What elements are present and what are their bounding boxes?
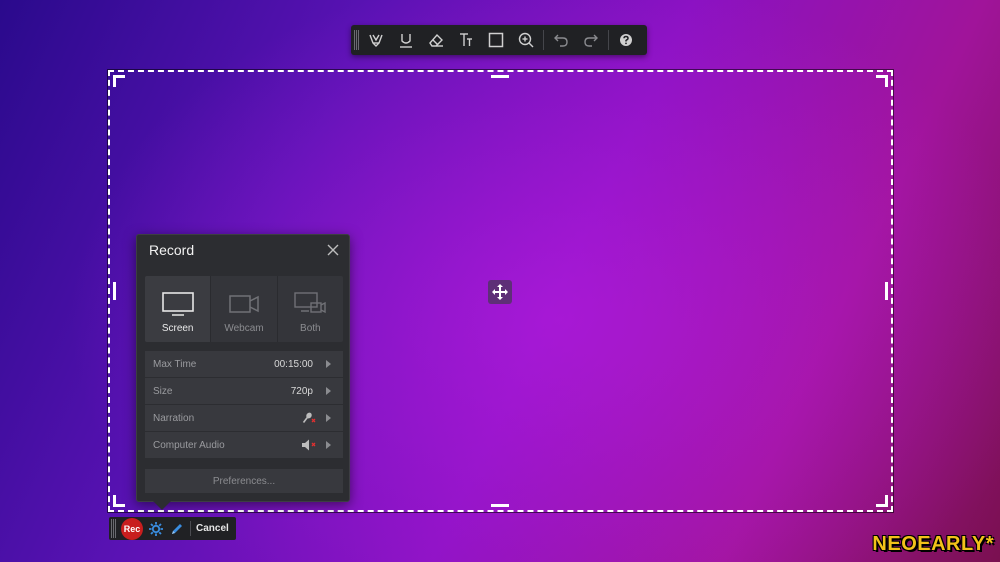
text-tool-button[interactable]	[451, 25, 481, 55]
toolbar-separator	[608, 30, 609, 50]
resize-handle-bottom[interactable]	[491, 504, 509, 507]
close-icon[interactable]	[326, 243, 340, 257]
rectangle-tool-button[interactable]	[481, 25, 511, 55]
setting-computer-audio[interactable]: Computer Audio	[145, 432, 343, 458]
help-icon	[620, 34, 632, 46]
preferences-button[interactable]: Preferences...	[145, 469, 343, 493]
setting-label: Computer Audio	[153, 439, 225, 451]
highlighter-pen-button[interactable]	[361, 25, 391, 55]
resize-handle-top-right[interactable]	[876, 75, 888, 87]
setting-narration[interactable]: Narration	[145, 405, 343, 431]
zoom-in-button[interactable]	[511, 25, 541, 55]
gear-icon[interactable]	[148, 521, 164, 537]
text-tool-icon	[460, 33, 472, 46]
annotation-toolbar	[351, 25, 647, 55]
setting-size[interactable]: Size 720p	[145, 378, 343, 404]
setting-label: Narration	[153, 412, 195, 424]
recording-control-bar: Rec Cancel	[109, 517, 236, 540]
zoom-in-icon	[518, 32, 534, 48]
mode-both[interactable]: Both	[278, 276, 343, 342]
redo-button[interactable]	[576, 25, 606, 55]
record-panel: Record Screen Webcam Both Max Time 00:15…	[136, 234, 350, 510]
setting-label: Size	[153, 385, 173, 397]
record-settings-list: Max Time 00:15:00 Size 720p Narration Co…	[145, 351, 343, 459]
rectangle-tool-icon	[488, 32, 504, 48]
mode-screen[interactable]: Screen	[145, 276, 212, 342]
resize-handle-bottom-right[interactable]	[876, 495, 888, 507]
watermark: NEOEARLY*	[872, 533, 994, 555]
rec-button[interactable]: Rec	[121, 517, 143, 540]
mode-label: Webcam	[224, 323, 264, 334]
resize-handle-bottom-left[interactable]	[113, 495, 125, 507]
resize-handle-right[interactable]	[885, 282, 888, 300]
pencil-icon[interactable]	[169, 521, 185, 537]
speaker-muted-icon	[302, 439, 316, 451]
toolbar-separator	[543, 30, 544, 50]
eraser-icon	[429, 33, 443, 47]
control-bar-drag-handle[interactable]	[111, 519, 116, 538]
microphone-muted-icon	[302, 412, 316, 423]
undo-button[interactable]	[546, 25, 576, 55]
redo-icon	[584, 34, 598, 47]
mode-label: Screen	[161, 323, 194, 334]
move-arrows-icon	[492, 284, 508, 300]
setting-value: 00:15:00	[274, 358, 313, 370]
chevron-right-icon	[326, 360, 331, 368]
chevron-right-icon	[326, 387, 331, 395]
undo-icon	[554, 34, 568, 47]
chevron-right-icon	[326, 441, 331, 449]
chevron-right-icon	[326, 414, 331, 422]
eraser-button[interactable]	[421, 25, 451, 55]
resize-handle-left[interactable]	[113, 282, 116, 300]
help-button[interactable]	[611, 25, 641, 55]
highlighter-button[interactable]	[391, 25, 421, 55]
screen-and-webcam-icon	[294, 292, 327, 314]
highlighter-pen-icon	[369, 34, 383, 47]
webcam-icon	[229, 295, 259, 313]
cancel-button[interactable]: Cancel	[196, 523, 229, 534]
panel-title: Record	[149, 242, 195, 258]
setting-value: 720p	[290, 385, 313, 397]
resize-handle-top-left[interactable]	[113, 75, 125, 87]
monitor-icon	[161, 292, 194, 316]
setting-label: Max Time	[153, 358, 197, 370]
mode-label: Both	[300, 323, 321, 334]
toolbar-drag-handle[interactable]	[354, 30, 359, 50]
record-mode-selector: Screen Webcam Both	[145, 276, 343, 342]
control-bar-separator	[190, 521, 191, 536]
setting-max-time[interactable]: Max Time 00:15:00	[145, 351, 343, 377]
mode-webcam[interactable]: Webcam	[211, 276, 278, 342]
resize-handle-top[interactable]	[491, 75, 509, 78]
highlighter-icon	[400, 34, 412, 48]
move-region-handle[interactable]	[488, 280, 512, 304]
